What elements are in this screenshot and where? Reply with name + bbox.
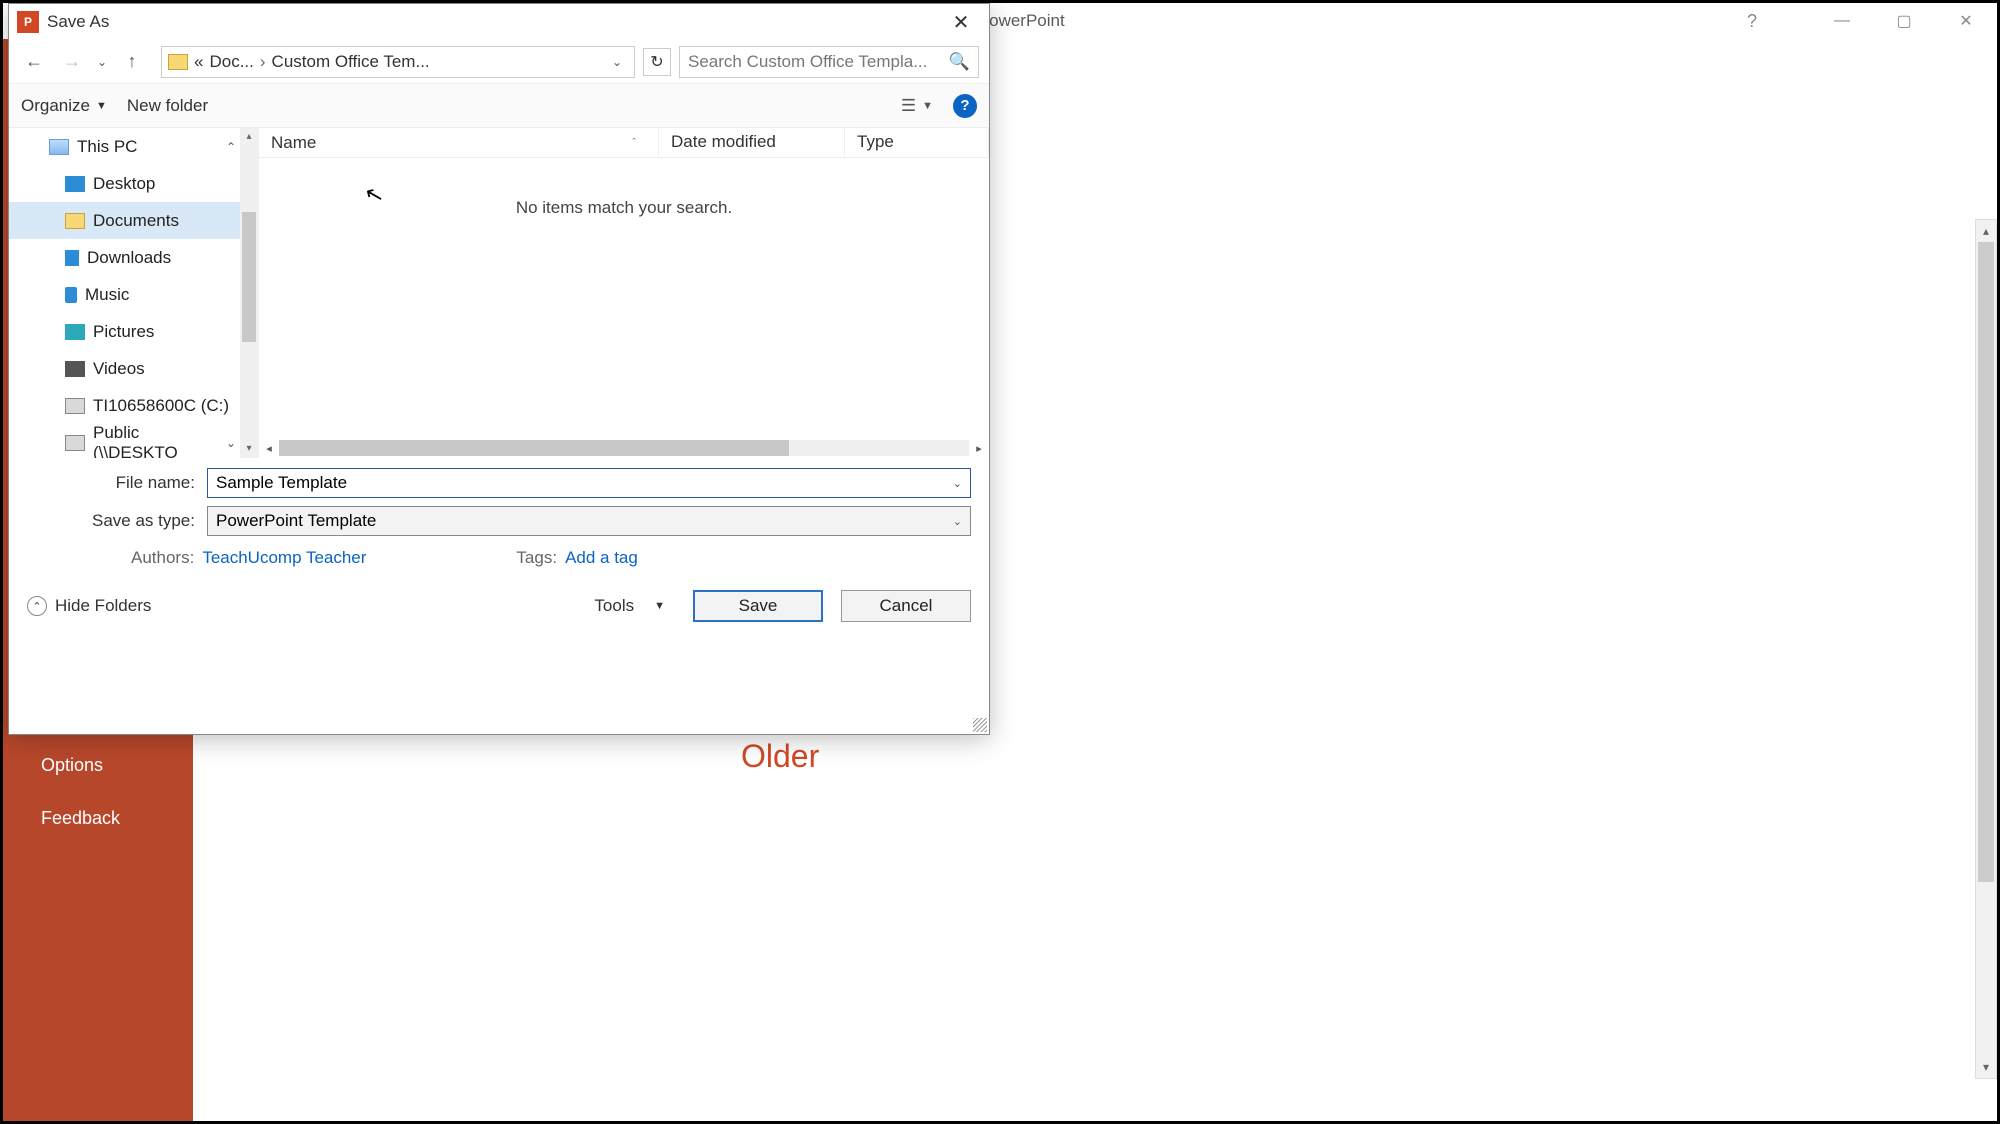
cancel-button[interactable]: Cancel — [841, 590, 971, 622]
tree-item-videos[interactable]: Videos — [9, 350, 258, 387]
scroll-down-icon[interactable]: ▾ — [1976, 1056, 1996, 1078]
scroll-thumb[interactable] — [1978, 242, 1994, 882]
drive-icon — [65, 398, 85, 414]
scroll-left-icon[interactable]: ◂ — [259, 442, 279, 455]
sidebar-item-options[interactable]: Options — [3, 739, 193, 792]
scroll-up-icon[interactable]: ▴ — [1976, 220, 1996, 242]
nav-up-button[interactable]: ↑ — [117, 47, 147, 77]
drive-icon — [65, 435, 85, 451]
tree-item-desktop[interactable]: Desktop — [9, 165, 258, 202]
older-heading: Older — [741, 738, 1997, 775]
maximize-button[interactable]: ▢ — [1873, 3, 1935, 39]
powerpoint-icon: P — [17, 11, 39, 33]
pc-icon — [49, 139, 69, 155]
chevron-down-icon: ▼ — [922, 100, 933, 112]
breadcrumb-segment[interactable]: Custom Office Tem... — [272, 52, 430, 72]
save-type-select[interactable]: PowerPoint Template ⌄ — [207, 506, 971, 536]
help-icon[interactable]: ? — [1747, 11, 1757, 32]
dialog-title: Save As — [47, 12, 109, 32]
download-icon — [65, 250, 79, 266]
chevron-right-icon: › — [260, 52, 266, 72]
desktop-icon — [65, 176, 85, 192]
sidebar-item-feedback[interactable]: Feedback — [3, 792, 193, 845]
tree-item-drive-c[interactable]: TI10658600C (C:) — [9, 387, 258, 424]
chevron-down-icon: ▼ — [654, 600, 665, 612]
pictures-icon — [65, 324, 85, 340]
dialog-nav-bar: ← → ⌄ ↑ « Doc... › Custom Office Tem... … — [9, 40, 989, 84]
tools-menu[interactable]: Tools ▼ — [594, 596, 665, 616]
save-button[interactable]: Save — [693, 590, 823, 622]
filename-input[interactable]: Sample Template ⌄ — [207, 468, 971, 498]
organize-menu[interactable]: Organize ▼ — [21, 96, 107, 116]
tree-scrollbar[interactable]: ▴ ▾ — [240, 128, 258, 458]
refresh-button[interactable]: ↻ — [643, 48, 671, 76]
dialog-toolbar: Organize ▼ New folder ☰ ▼ ? — [9, 84, 989, 128]
filename-label: File name: — [27, 473, 207, 493]
tree-item-downloads[interactable]: Downloads — [9, 239, 258, 276]
nav-history-dropdown[interactable]: ⌄ — [95, 55, 109, 69]
nav-forward-button[interactable]: → — [57, 47, 87, 77]
folder-icon — [168, 54, 188, 70]
address-bar[interactable]: « Doc... › Custom Office Tem... ⌄ — [161, 46, 635, 78]
dropdown-icon[interactable]: ⌄ — [953, 515, 962, 528]
breadcrumb-prefix: « — [194, 52, 203, 72]
help-button[interactable]: ? — [953, 94, 977, 118]
scroll-down-icon[interactable]: ▾ — [240, 440, 258, 458]
horizontal-scrollbar[interactable]: ◂ ▸ — [259, 438, 989, 458]
vertical-scrollbar[interactable]: ▴ ▾ — [1975, 219, 1997, 1079]
minimize-button[interactable]: — — [1811, 3, 1873, 39]
collapse-icon[interactable]: ⌃ — [226, 140, 236, 154]
column-header-date[interactable]: Date modified — [659, 128, 845, 157]
file-list: Nameˆ Date modified Type No items match … — [259, 128, 989, 458]
expand-icon[interactable]: ⌄ — [226, 436, 236, 450]
sort-asc-icon: ˆ — [632, 137, 636, 149]
address-dropdown-icon[interactable]: ⌄ — [606, 55, 628, 69]
chevron-up-icon: ⌃ — [27, 596, 47, 616]
search-icon: 🔍 — [949, 52, 970, 72]
scroll-thumb[interactable] — [279, 440, 789, 456]
close-button[interactable]: ✕ — [1935, 3, 1997, 39]
tags-add-link[interactable]: Add a tag — [565, 548, 638, 567]
save-as-dialog: P Save As ✕ ← → ⌄ ↑ « Doc... › Custom Of… — [8, 3, 990, 735]
search-input[interactable]: Search Custom Office Templa... 🔍 — [679, 46, 979, 78]
save-type-label: Save as type: — [27, 511, 207, 531]
search-placeholder: Search Custom Office Templa... — [688, 52, 927, 72]
nav-back-button[interactable]: ← — [19, 47, 49, 77]
authors-label: Authors: — [131, 548, 194, 567]
dialog-close-button[interactable]: ✕ — [941, 7, 981, 37]
new-folder-button[interactable]: New folder — [127, 96, 208, 116]
tree-item-network-drive[interactable]: Public (\\DESKTO⌄ — [9, 424, 258, 458]
dialog-titlebar: P Save As ✕ — [9, 4, 989, 40]
tree-item-pictures[interactable]: Pictures — [9, 313, 258, 350]
folder-icon — [65, 213, 85, 229]
scroll-thumb[interactable] — [242, 212, 256, 342]
tree-item-this-pc[interactable]: This PC⌃ — [9, 128, 258, 165]
chevron-down-icon: ▼ — [96, 100, 107, 112]
breadcrumb-segment[interactable]: Doc... — [209, 52, 253, 72]
tree-item-documents[interactable]: Documents — [9, 202, 258, 239]
view-options-button[interactable]: ☰ ▼ — [901, 96, 933, 116]
scroll-up-icon[interactable]: ▴ — [240, 128, 258, 146]
dropdown-icon[interactable]: ⌄ — [953, 477, 962, 490]
view-icon: ☰ — [901, 96, 916, 116]
folder-tree: This PC⌃ Desktop Documents Downloads Mus… — [9, 128, 259, 458]
authors-value[interactable]: TeachUcomp Teacher — [202, 548, 366, 567]
music-icon — [65, 287, 77, 303]
hide-folders-toggle[interactable]: ⌃ Hide Folders — [27, 596, 151, 616]
tags-label: Tags: — [516, 548, 557, 567]
column-header-name[interactable]: Nameˆ — [259, 128, 659, 157]
scroll-right-icon[interactable]: ▸ — [969, 442, 989, 455]
videos-icon — [65, 361, 85, 377]
tree-item-music[interactable]: Music — [9, 276, 258, 313]
resize-grip[interactable] — [973, 718, 987, 732]
column-header-type[interactable]: Type — [845, 128, 989, 157]
